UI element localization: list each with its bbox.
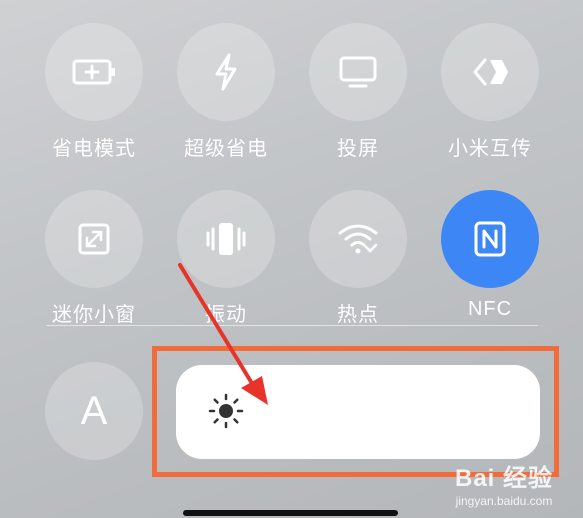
annotation-arrow bbox=[178, 263, 268, 405]
home-indicator[interactable] bbox=[183, 510, 398, 516]
watermark-brand: Bai 经验 bbox=[454, 465, 553, 492]
watermark-url: jingyan.baidu.com bbox=[455, 494, 553, 508]
baidu-jingyan-watermark: Bai 经验 jingyan.baidu.com bbox=[455, 458, 553, 508]
